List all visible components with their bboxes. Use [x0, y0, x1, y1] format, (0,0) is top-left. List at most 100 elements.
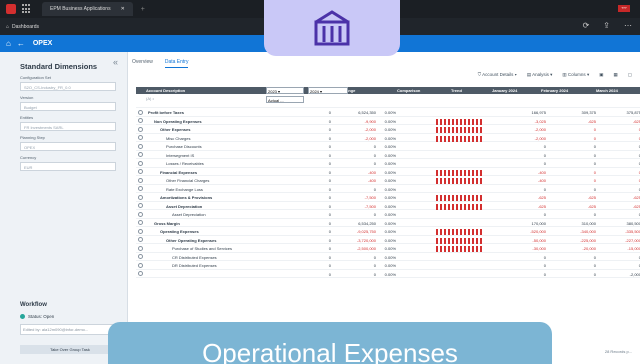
row-radio[interactable] [138, 254, 143, 259]
cell-v2024[interactable]: 0 [336, 272, 376, 277]
cell-feb[interactable]: 0 [556, 136, 596, 141]
cell-pct[interactable]: 0.00% [376, 144, 396, 149]
cell-v2024[interactable]: -9,900 [336, 119, 376, 124]
cell-mar[interactable]: 0 [601, 255, 640, 260]
home-icon[interactable]: ⌂ [6, 39, 11, 48]
table-row[interactable]: Profit before Taxes 0 6,524,350 0.00% 166,97… [136, 108, 640, 117]
cell-mar[interactable]: 375,875 [601, 110, 640, 115]
cell-v2024[interactable]: 0 [336, 255, 376, 260]
row-radio[interactable] [138, 271, 143, 276]
field-input[interactable]: Budget [20, 102, 116, 111]
col-trend[interactable]: Trend [451, 88, 462, 93]
row-radio[interactable] [138, 186, 143, 191]
cell-mar[interactable]: -625 [601, 195, 640, 200]
cell-mar[interactable]: -335,500 [601, 229, 640, 234]
cell-pct[interactable]: 0.00% [376, 238, 396, 243]
year-select-2024[interactable]: 2024 ▾ [308, 87, 348, 94]
export-icon[interactable]: ▦ [613, 72, 617, 78]
field-input[interactable]: FR Investments SARL [20, 122, 116, 131]
row-radio[interactable] [138, 262, 143, 268]
cell-jan[interactable]: -3,025 [501, 119, 546, 124]
cell-v2023[interactable]: 0 [311, 178, 331, 183]
cell-v2023[interactable]: 0 [311, 136, 331, 141]
row-radio[interactable] [138, 143, 143, 149]
cell-pct[interactable]: 0.00% [376, 136, 396, 141]
cell-feb[interactable]: 0 [556, 144, 596, 149]
table-row[interactable]: DR Distributed Expenses 0 0 0.00% 0 0 0 [136, 261, 640, 270]
row-radio[interactable] [138, 245, 143, 251]
cell-v2023[interactable]: 0 [311, 144, 331, 149]
row-radio[interactable] [138, 109, 143, 115]
cell-pct[interactable]: 0.00% [376, 229, 396, 234]
cell-feb[interactable]: -340,000 [556, 229, 596, 234]
cell-v2024[interactable]: 6,524,350 [336, 110, 376, 115]
field-input[interactable]: OPEX [20, 142, 116, 151]
col-account[interactable]: Account Description [146, 88, 185, 93]
cell-jan[interactable]: -30,000 [501, 246, 546, 251]
cell-feb[interactable]: -625 [556, 195, 596, 200]
row-radio[interactable] [138, 237, 143, 242]
col-comparison[interactable]: Comparison [397, 88, 420, 93]
col-mar[interactable]: March 2024 [596, 88, 618, 93]
cell-v2023[interactable]: 0 [311, 110, 331, 115]
cell-v2024[interactable]: -400 [336, 178, 376, 183]
cell-v2023[interactable]: 0 [311, 255, 331, 260]
tab-overview[interactable]: Overview [132, 59, 153, 68]
cell-v2024[interactable]: 0 [336, 161, 376, 166]
new-tab-icon[interactable]: + [141, 6, 145, 13]
cell-mar[interactable]: 0 [601, 263, 640, 268]
row-radio[interactable] [138, 160, 143, 166]
share-icon[interactable]: ⇪ [603, 21, 610, 30]
filter-input[interactable]: (A) • [146, 96, 154, 101]
cell-jan[interactable]: 0 [501, 272, 546, 277]
cell-mar[interactable]: 0 [601, 178, 640, 183]
cell-pct[interactable]: 0.00% [376, 212, 396, 217]
col-feb[interactable]: February 2024 [541, 88, 568, 93]
tab-close-icon[interactable]: ✕ [121, 6, 125, 12]
cell-feb[interactable]: -625 [556, 204, 596, 209]
cell-v2023[interactable]: 0 [311, 229, 331, 234]
cell-v2023[interactable]: 0 [311, 195, 331, 200]
scenario-select[interactable]: Actual ... [266, 96, 304, 103]
cell-pct[interactable]: 0.00% [376, 263, 396, 268]
cell-feb[interactable]: 0 [556, 212, 596, 217]
cell-feb[interactable]: 0 [556, 255, 596, 260]
table-row[interactable]: Non Operating Expenses 0 -9,900 0.00% -3,025… [136, 117, 640, 125]
cell-jan[interactable]: -400 [501, 170, 546, 175]
cell-jan[interactable]: -400 [501, 178, 546, 183]
cell-v2024[interactable]: 0 [336, 187, 376, 192]
cell-pct[interactable]: 0.00% [376, 110, 396, 115]
save-icon[interactable]: ▣ [599, 72, 603, 78]
cell-v2023[interactable]: 0 [311, 204, 331, 209]
cell-v2024[interactable]: -7,500 [336, 204, 376, 209]
cell-jan[interactable]: -520,000 [501, 229, 546, 234]
cell-jan[interactable]: 0 [501, 212, 546, 217]
cell-jan[interactable]: -625 [501, 195, 546, 200]
apps-grid-icon[interactable] [22, 4, 32, 14]
more-icon[interactable]: ⋯ [624, 21, 632, 30]
table-row[interactable]: Rate Exchange Loss 0 0 0.00% 0 0 0 [136, 185, 640, 193]
cell-mar[interactable]: 380,500 [601, 221, 640, 226]
cell-v2024[interactable]: -9,025,750 [336, 229, 376, 234]
cell-jan[interactable]: 0 [501, 153, 546, 158]
cell-v2024[interactable]: -7,500 [336, 195, 376, 200]
row-radio[interactable] [138, 177, 143, 183]
cell-v2023[interactable]: 0 [311, 170, 331, 175]
cell-pct[interactable]: 0.00% [376, 246, 396, 251]
table-row[interactable]: Other Operating Expenses 0 -3,720,000 0.00%… [136, 236, 640, 244]
col-jan[interactable]: January 2024 [492, 88, 517, 93]
cell-feb[interactable]: 0 [556, 187, 596, 192]
table-row[interactable]: Financial Expenses 0 -400 0.00% -400 0 0 [136, 168, 640, 176]
columns-menu[interactable]: ▥ Columns ▾ [562, 72, 589, 78]
table-row[interactable]: 0 0 0.00% 0 0 -2,000 [136, 270, 640, 278]
cell-pct[interactable]: 0.00% [376, 221, 396, 226]
table-row[interactable]: Operating Expenses 0 -9,025,750 0.00% -520,0… [136, 227, 640, 236]
cell-pct[interactable]: 0.00% [376, 127, 396, 132]
table-row[interactable]: Asset Depreciation 0 0 0.00% 0 0 0 [136, 210, 640, 219]
breadcrumb[interactable]: Dashboards [12, 24, 39, 30]
cell-pct[interactable]: 0.00% [376, 255, 396, 260]
cell-v2024[interactable]: -3,720,000 [336, 238, 376, 243]
cell-mar[interactable]: 0 [601, 187, 640, 192]
table-row[interactable]: Amortizations & Provisions 0 -7,500 0.00% -6… [136, 193, 640, 202]
cell-mar[interactable]: -227,000 [601, 238, 640, 243]
